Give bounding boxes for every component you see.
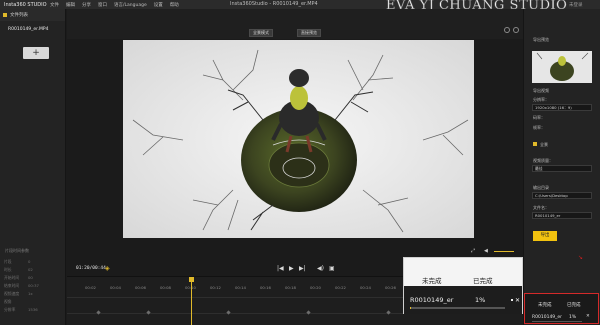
param-label: 视角 bbox=[4, 299, 12, 304]
ruler-tick: 00:22 bbox=[335, 285, 346, 290]
export-section-title: 导出视频 bbox=[533, 88, 549, 93]
mini-cancel-icon[interactable]: ✕ bbox=[586, 314, 590, 319]
playhead[interactable] bbox=[191, 277, 192, 325]
ruler-tick: 00:02 bbox=[85, 285, 96, 290]
menu-window[interactable]: 窗口 bbox=[98, 2, 107, 8]
menu-share[interactable]: 分享 bbox=[82, 2, 91, 8]
bitrate-label: 码率： bbox=[533, 115, 545, 120]
title-bar: Insta360 STUDIO 文件 编辑 分享 窗口 语言/Language … bbox=[0, 0, 600, 13]
export-job-filename: R0010149_er bbox=[410, 296, 454, 304]
tab-pending[interactable]: 未完成 bbox=[422, 275, 442, 285]
window-title: Insta360Studio - R0010149_er.MP4 bbox=[230, 1, 318, 7]
mini-job-percent: 1% bbox=[569, 315, 577, 320]
highlight-arrow-icon: ↘ bbox=[578, 254, 584, 261]
mini-tab-done[interactable]: 已完成 bbox=[567, 302, 581, 308]
keyframe-icon[interactable]: ◈ bbox=[105, 265, 110, 272]
export-progress-fill bbox=[410, 307, 411, 309]
mini-tab-pending[interactable]: 未完成 bbox=[538, 302, 552, 308]
param-value: 0 bbox=[28, 259, 31, 264]
ruler-tick: 00:12 bbox=[210, 285, 221, 290]
menu-settings[interactable]: 设置 bbox=[154, 2, 163, 8]
param-label: 分辨率 bbox=[4, 307, 16, 312]
export-queue-tabs: 未完成 已完成 bbox=[404, 258, 522, 286]
param-label: 片段 bbox=[4, 259, 12, 264]
param-value: 1x bbox=[28, 291, 33, 296]
ruler-tick: 00:16 bbox=[260, 285, 271, 290]
app-name: Insta360 STUDIO bbox=[4, 1, 47, 8]
menu-edit[interactable]: 编辑 bbox=[66, 2, 75, 8]
param-value: 00 bbox=[28, 275, 33, 280]
user-status[interactable]: 未登录 bbox=[569, 2, 583, 8]
fullscreen-icon[interactable]: ⤢ bbox=[471, 248, 475, 254]
direct-preview-button[interactable]: 直接预览 bbox=[297, 29, 321, 37]
next-frame-icon[interactable]: ▶| bbox=[299, 265, 306, 272]
ruler-tick: 00:26 bbox=[385, 285, 396, 290]
close-circle-icon[interactable] bbox=[513, 27, 519, 33]
prev-frame-icon[interactable]: |◀ bbox=[277, 265, 284, 272]
ruler-tick: 00:04 bbox=[110, 285, 121, 290]
file-list-item[interactable]: R0010149_er.MP4 bbox=[0, 27, 65, 32]
ruler-tick: 00:14 bbox=[235, 285, 246, 290]
ruler-tick: 00:24 bbox=[360, 285, 371, 290]
tiny-planet-image bbox=[123, 40, 474, 238]
settings-circle-icon[interactable] bbox=[504, 27, 510, 33]
tab-done[interactable]: 已完成 bbox=[473, 275, 493, 285]
menu-file[interactable]: 文件 bbox=[50, 2, 59, 8]
file-list-title: 文件列表 bbox=[10, 13, 28, 18]
export-progress-bar bbox=[410, 307, 505, 309]
mute-icon[interactable]: ◀) bbox=[317, 265, 324, 272]
panorama-checkbox[interactable] bbox=[533, 142, 537, 146]
quality-label: 视频质量： bbox=[533, 158, 553, 163]
ruler-tick: 00:20 bbox=[310, 285, 321, 290]
ruler-tick: 00:06 bbox=[135, 285, 146, 290]
export-thumbnail bbox=[532, 51, 592, 83]
export-panel: 导出预览 导出视频 分辨率： 1920x1080 (16：9) 码率： 帧率： … bbox=[523, 9, 600, 325]
mini-progress-bar bbox=[532, 321, 582, 322]
quality-select[interactable]: 最佳 bbox=[532, 165, 592, 172]
fps-label: 帧率： bbox=[533, 125, 545, 130]
mini-job-filename: R0010149_er bbox=[532, 315, 563, 320]
menu-help[interactable]: 帮助 bbox=[170, 2, 179, 8]
panorama-checkbox-label: 全景 bbox=[540, 142, 548, 147]
param-value: 02 bbox=[28, 267, 33, 272]
menu-language[interactable]: 语言/Language bbox=[114, 2, 147, 8]
clip-params-title: 片段时间参数 bbox=[5, 248, 29, 253]
output-dir-label: 输出目录 bbox=[533, 185, 549, 190]
param-label: 结束时间 bbox=[4, 283, 20, 288]
export-job-percent: 1% bbox=[475, 296, 486, 304]
mini-export-queue: 未完成 已完成 R0010149_er 1% ✕ bbox=[524, 293, 599, 324]
export-queue-popup: 未完成 已完成 R0010149_er 1% ✕ bbox=[403, 257, 523, 314]
volume-icon[interactable]: ◀ bbox=[484, 248, 488, 254]
param-label: 时长 bbox=[4, 267, 12, 272]
param-value: 00:37 bbox=[28, 283, 39, 288]
resolution-label: 分辨率： bbox=[533, 97, 549, 102]
folder-icon bbox=[3, 13, 7, 17]
ruler-tick: 00:18 bbox=[285, 285, 296, 290]
ruler-tick: 00:08 bbox=[160, 285, 171, 290]
param-value: 1536 bbox=[28, 307, 38, 312]
export-job-row: R0010149_er 1% ✕ bbox=[404, 286, 522, 314]
menu-bar: 文件 编辑 分享 窗口 语言/Language 设置 帮助 bbox=[50, 2, 179, 8]
snapshot-icon[interactable]: ▣ bbox=[329, 265, 335, 272]
volume-slider[interactable] bbox=[494, 251, 514, 252]
export-preview-title: 导出预览 bbox=[533, 37, 549, 42]
playhead-handle[interactable] bbox=[189, 277, 194, 282]
cancel-export-icon[interactable]: ✕ bbox=[515, 297, 520, 304]
file-list-header: 文件列表 bbox=[0, 9, 65, 21]
panorama-view-button[interactable]: 全景模式 bbox=[249, 29, 273, 37]
param-label: 视频速度 bbox=[4, 291, 20, 296]
output-dir-input[interactable]: C:\Users\Desktop bbox=[532, 192, 592, 199]
filename-label: 文件名： bbox=[533, 205, 549, 210]
add-file-button[interactable]: + bbox=[23, 47, 49, 59]
preview-toolbar: 全景模式 直接预览 bbox=[67, 9, 523, 39]
file-list-panel: 文件列表 R0010149_er.MP4 + 片段时间参数 片段 0 时长 02… bbox=[0, 9, 66, 325]
video-preview[interactable] bbox=[123, 40, 474, 238]
resolution-select[interactable]: 1920x1080 (16：9) bbox=[532, 104, 592, 111]
param-label: 开始时间 bbox=[4, 275, 20, 280]
play-icon[interactable]: ▶ bbox=[289, 265, 294, 272]
timecode: 01:20/00:44 bbox=[76, 266, 106, 271]
export-button[interactable]: 导出 bbox=[533, 231, 557, 241]
filename-input[interactable]: R0010149_er bbox=[532, 212, 592, 219]
pause-icon[interactable] bbox=[511, 299, 513, 301]
